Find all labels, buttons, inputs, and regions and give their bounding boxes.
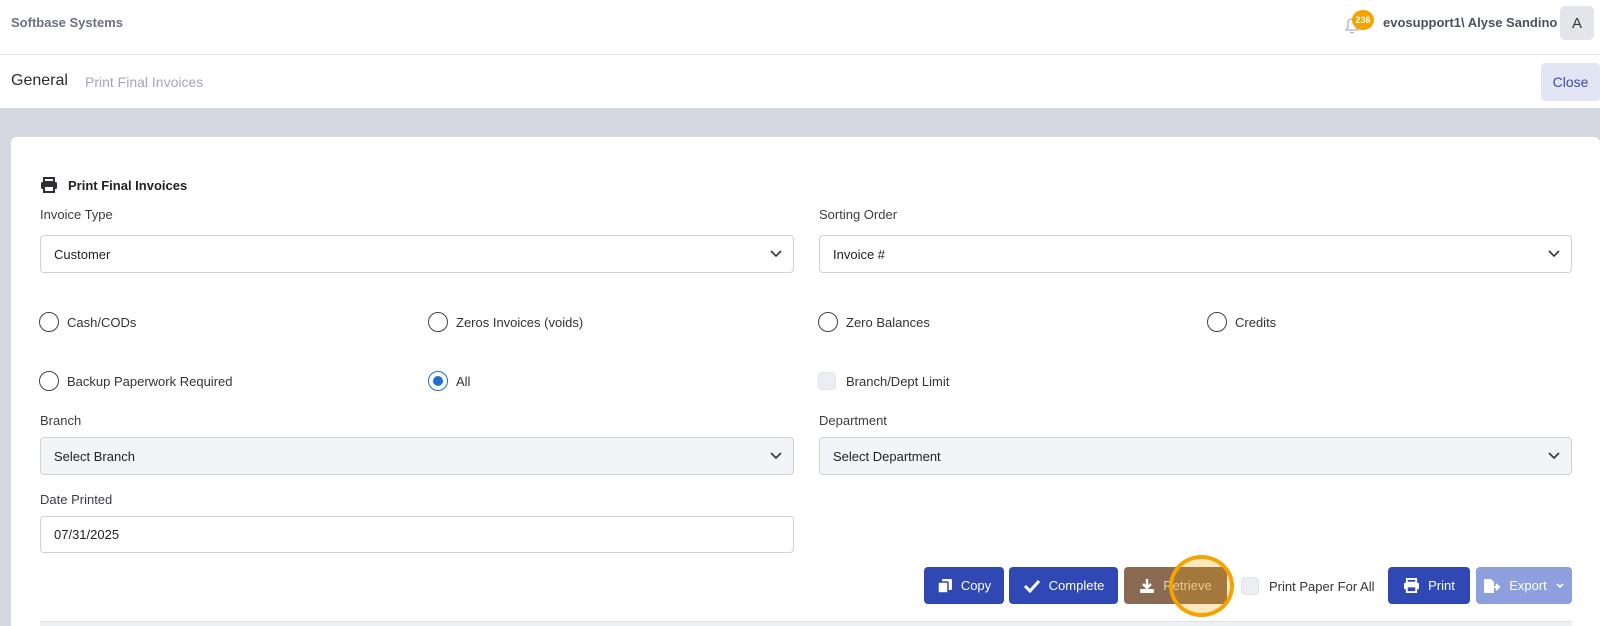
print-paper-label: Print Paper For All — [1269, 578, 1375, 594]
complete-label: Complete — [1048, 578, 1105, 593]
print-button[interactable]: Print — [1388, 567, 1470, 604]
avatar[interactable]: A — [1560, 6, 1594, 40]
copy-label: Copy — [960, 578, 992, 593]
sub-header: General Print Final Invoices Close — [0, 55, 1600, 108]
retrieve-label: Retrieve — [1163, 578, 1212, 593]
radio-all[interactable]: All — [428, 371, 470, 391]
department-label: Department — [819, 413, 887, 428]
radio-label: Zero Balances — [846, 314, 930, 330]
sorting-order-select[interactable]: Invoice # — [819, 235, 1572, 273]
radio-button[interactable] — [1207, 312, 1227, 332]
chevron-down-icon — [1556, 582, 1564, 588]
radio-zeros-invoices[interactable]: Zeros Invoices (voids) — [428, 312, 583, 332]
branch-select[interactable]: Select Branch — [40, 437, 794, 475]
branch-label: Branch — [40, 413, 82, 428]
radio-label: Credits — [1235, 314, 1277, 330]
chevron-down-icon — [770, 250, 782, 258]
radio-button[interactable] — [39, 371, 59, 391]
section-title: Print Final Invoices — [40, 177, 187, 193]
radio-label: Zeros Invoices (voids) — [456, 314, 584, 330]
radio-label: Backup Paperwork Required — [67, 373, 233, 389]
chevron-down-icon — [1548, 452, 1560, 460]
department-select[interactable]: Select Department — [819, 437, 1572, 475]
print-label: Print — [1428, 578, 1455, 593]
radio-credits[interactable]: Credits — [1207, 312, 1276, 332]
branch-placeholder: Select Branch — [54, 448, 135, 464]
sorting-order-value: Invoice # — [833, 246, 886, 262]
radio-cash-cods[interactable]: Cash/CODs — [39, 312, 136, 332]
print-paper-for-all-checkbox[interactable]: Print Paper For All — [1241, 577, 1375, 595]
notification-badge: 236 — [1352, 10, 1374, 30]
radio-button[interactable] — [818, 312, 838, 332]
radio-backup-paperwork[interactable]: Backup Paperwork Required — [39, 371, 232, 391]
date-printed-input[interactable]: 07/31/2025 — [40, 516, 794, 553]
export-button[interactable]: Export — [1476, 567, 1572, 604]
user-name[interactable]: evosupport1\ Alyse Sandino — [1383, 15, 1557, 30]
department-placeholder: Select Department — [833, 448, 941, 464]
radio-button[interactable] — [39, 312, 59, 332]
notifications[interactable]: 236 — [1340, 10, 1374, 38]
top-bar: Softbase Systems 236 evosupport1\ Alyse … — [0, 0, 1600, 55]
check-icon — [1023, 579, 1040, 593]
radio-button[interactable] — [428, 312, 448, 332]
printer-icon — [1404, 578, 1420, 593]
download-icon — [1140, 578, 1155, 593]
chevron-down-icon — [770, 452, 782, 460]
close-button[interactable]: Close — [1541, 63, 1600, 101]
copy-icon — [937, 578, 952, 594]
table-header-edge — [40, 621, 1572, 626]
chevron-down-icon — [1548, 250, 1560, 258]
export-file-icon — [1484, 578, 1501, 593]
invoice-type-label: Invoice Type — [40, 207, 113, 222]
radio-label: Cash/CODs — [67, 314, 137, 330]
sorting-order-label: Sorting Order — [819, 207, 898, 222]
checkbox-label: Branch/Dept Limit — [846, 373, 950, 389]
checkbox[interactable] — [1241, 577, 1259, 595]
radio-button-selected[interactable] — [428, 371, 448, 391]
invoice-type-value: Customer — [54, 246, 111, 262]
printer-icon — [41, 177, 57, 193]
retrieve-button[interactable]: Retrieve — [1124, 567, 1227, 604]
date-printed-value: 07/31/2025 — [54, 527, 120, 542]
section-title-text: Print Final Invoices — [68, 177, 188, 193]
breadcrumb: Print Final Invoices — [85, 74, 204, 90]
copy-button[interactable]: Copy — [924, 567, 1004, 604]
export-label: Export — [1509, 578, 1547, 593]
date-printed-label: Date Printed — [40, 492, 113, 507]
radio-label: All — [456, 373, 471, 389]
brand-name[interactable]: Softbase Systems — [11, 15, 123, 30]
invoice-type-select[interactable]: Customer — [40, 235, 794, 273]
checkbox[interactable] — [818, 372, 836, 390]
branch-dept-limit-checkbox[interactable]: Branch/Dept Limit — [818, 372, 949, 390]
page-title: General — [11, 72, 68, 89]
complete-button[interactable]: Complete — [1009, 567, 1118, 604]
radio-zero-balances[interactable]: Zero Balances — [818, 312, 930, 332]
